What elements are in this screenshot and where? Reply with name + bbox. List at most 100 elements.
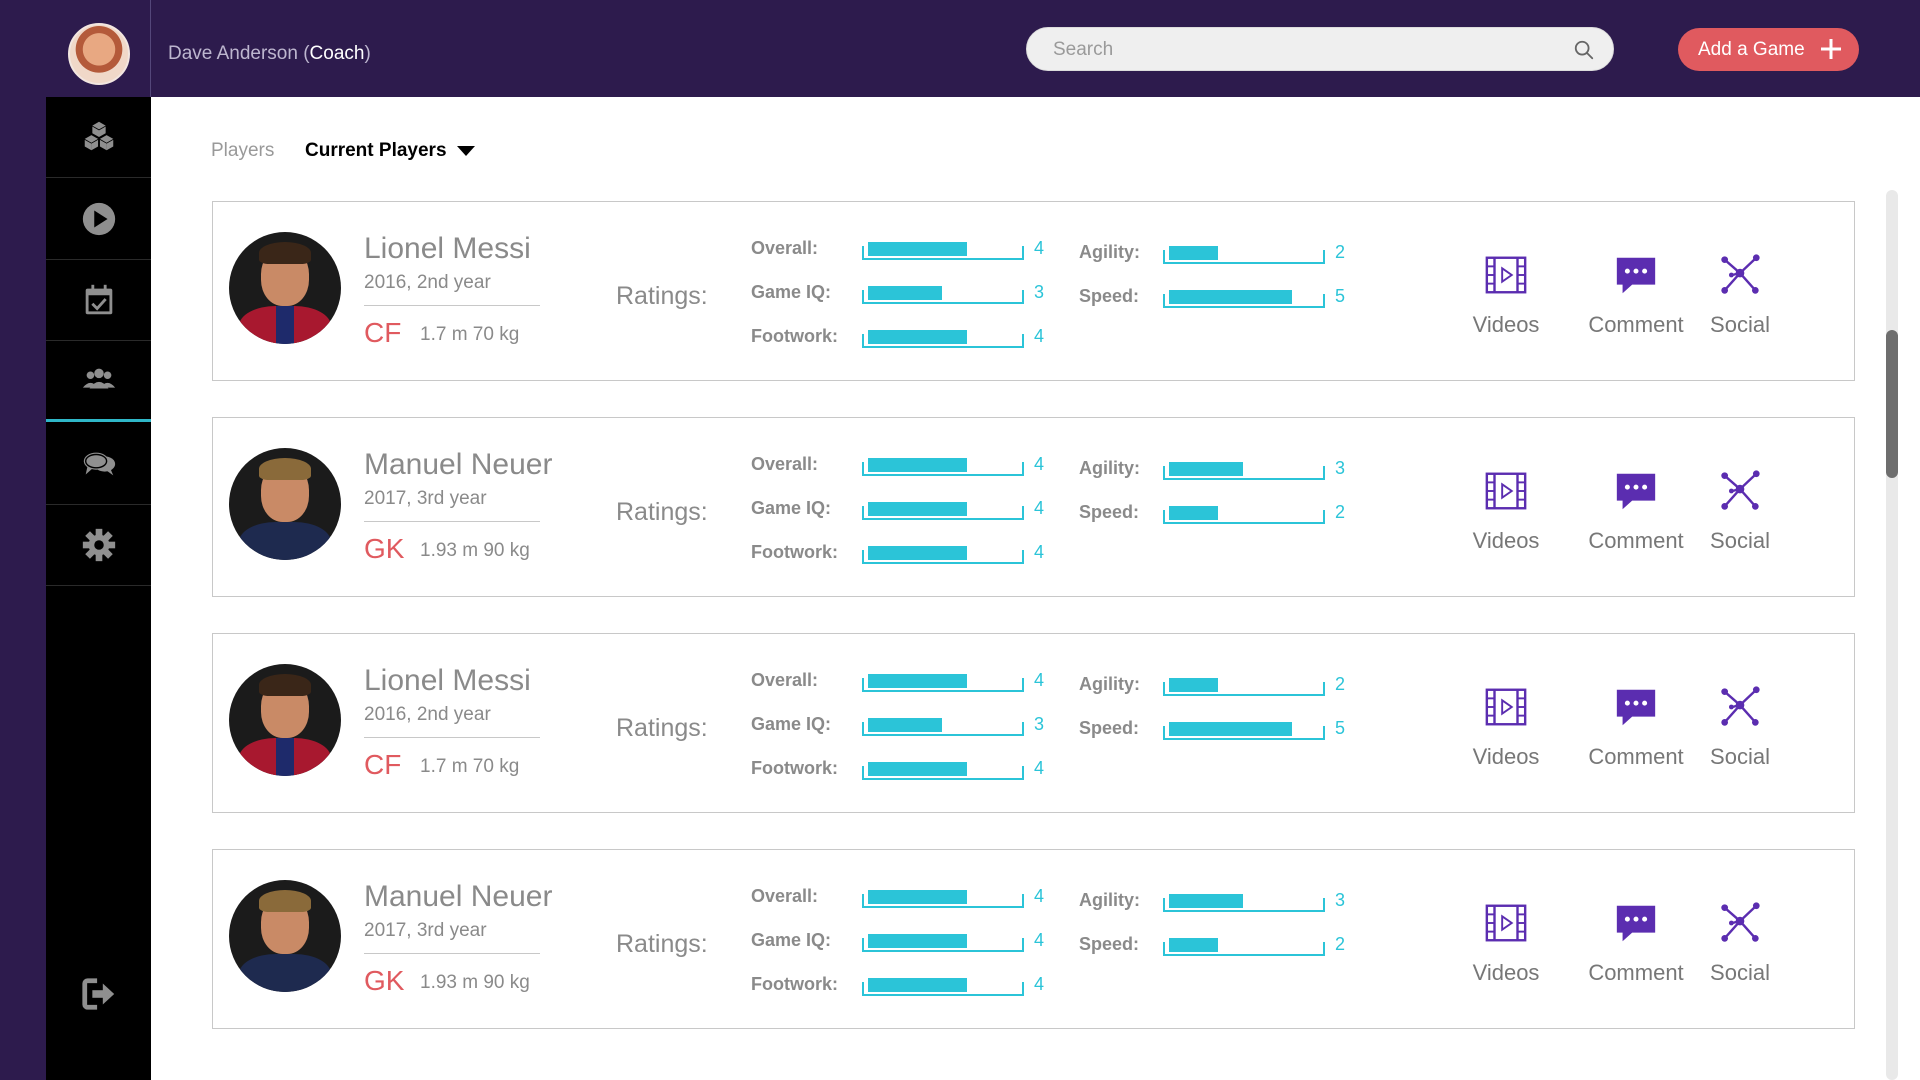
overall-bar <box>862 890 1024 908</box>
comment-icon <box>1616 473 1656 510</box>
sidebar-item-players[interactable] <box>46 341 151 422</box>
sidebar-item-messages[interactable] <box>46 424 151 505</box>
player-photo[interactable] <box>229 232 341 344</box>
footwork-value: 4 <box>1034 974 1045 994</box>
player-measurements: 1.93 m 90 kg <box>420 972 530 993</box>
calendar-check-icon <box>85 284 112 315</box>
ratings-label: Ratings: <box>616 498 708 526</box>
footwork-label: Footwork: <box>751 542 838 562</box>
sidebar-item-settings[interactable] <box>46 505 151 586</box>
game-iq-label: Game IQ: <box>751 282 832 302</box>
player-shirt <box>239 738 331 776</box>
video-film-icon <box>1485 688 1527 726</box>
videos-button[interactable]: Videos <box>1458 684 1554 770</box>
player-year: 2016, 2nd year <box>364 704 491 725</box>
add-game-button[interactable]: Add a Game <box>1678 28 1859 71</box>
speed-fill <box>1169 506 1218 520</box>
comment-button[interactable]: Comment <box>1588 900 1684 986</box>
comment-icon <box>1616 257 1656 294</box>
player-name[interactable]: Manuel Neuer <box>364 448 552 482</box>
agility-fill <box>1169 462 1243 476</box>
player-name[interactable]: Lionel Messi <box>364 664 531 698</box>
footwork-label: Footwork: <box>751 974 838 994</box>
sidebar-item-calendar[interactable] <box>46 260 151 341</box>
game-iq-bar <box>862 934 1024 952</box>
comment-button[interactable]: Comment <box>1588 468 1684 554</box>
search-icon[interactable] <box>1573 39 1595 61</box>
player-year: 2016, 2nd year <box>364 272 491 293</box>
videos-button[interactable]: Videos <box>1458 468 1554 554</box>
player-shirt <box>239 954 331 992</box>
breadcrumb-root[interactable]: Players <box>211 140 274 162</box>
agility-value: 3 <box>1335 890 1346 910</box>
current-players-dropdown[interactable]: Current Players <box>305 140 475 162</box>
current-players-label: Current Players <box>305 140 447 161</box>
speed-value: 2 <box>1335 934 1346 954</box>
agility-label: Agility: <box>1079 674 1140 694</box>
player-divider <box>364 953 540 954</box>
sidebar-item-logout[interactable] <box>46 953 151 1034</box>
comment-label: Comment <box>1588 960 1684 985</box>
game-iq-fill <box>868 934 967 948</box>
user-role: Coach <box>309 43 365 64</box>
search-bar[interactable] <box>1026 27 1614 71</box>
agility-fill <box>1169 894 1243 908</box>
game-iq-value: 4 <box>1034 498 1045 518</box>
game-iq-bar <box>862 286 1024 304</box>
overall-label: Overall: <box>751 886 819 906</box>
agility-bar <box>1163 246 1325 264</box>
overall-value: 4 <box>1034 886 1045 906</box>
footwork-value: 4 <box>1034 758 1045 778</box>
game-iq-fill <box>868 502 967 516</box>
player-name[interactable]: Lionel Messi <box>364 232 531 266</box>
player-card: Lionel Messi 2016, 2nd year CF 1.7 m 70 … <box>212 633 1855 813</box>
player-hair <box>259 890 311 912</box>
user-avatar[interactable] <box>68 23 130 85</box>
sidebar-item-videos[interactable] <box>46 179 151 260</box>
social-button[interactable]: Social <box>1692 468 1788 554</box>
comment-icon <box>1616 905 1656 942</box>
agility-label: Agility: <box>1079 242 1140 262</box>
player-shirt <box>239 306 331 344</box>
player-name[interactable]: Manuel Neuer <box>364 880 552 914</box>
comment-icon <box>1616 689 1656 726</box>
social-button[interactable]: Social <box>1692 252 1788 338</box>
overall-bar <box>862 674 1024 692</box>
gear-icon <box>82 528 115 562</box>
videos-button[interactable]: Videos <box>1458 252 1554 338</box>
speed-label: Speed: <box>1079 502 1140 522</box>
add-game-label: Add a Game <box>1698 38 1805 60</box>
game-iq-fill <box>868 718 942 732</box>
footwork-value: 4 <box>1034 542 1045 562</box>
user-name: Dave Anderson <box>168 43 298 64</box>
ratings-label: Ratings: <box>616 930 708 958</box>
scrollbar-thumb[interactable] <box>1886 330 1898 478</box>
player-measurements: 1.7 m 70 kg <box>420 324 520 345</box>
speed-label: Speed: <box>1079 286 1140 306</box>
player-hair <box>259 242 311 264</box>
speed-fill <box>1169 938 1218 952</box>
agility-fill <box>1169 246 1218 260</box>
social-network-icon <box>1721 902 1760 942</box>
player-position: CF <box>364 317 402 348</box>
game-iq-label: Game IQ: <box>751 714 832 734</box>
search-input[interactable] <box>1053 37 1553 63</box>
scrollbar-track[interactable] <box>1886 190 1898 1080</box>
agility-bar <box>1163 462 1325 480</box>
sidebar-item-dashboard[interactable] <box>46 97 151 178</box>
comment-label: Comment <box>1588 312 1684 337</box>
player-photo[interactable] <box>229 448 341 560</box>
social-label: Social <box>1710 960 1770 985</box>
videos-button[interactable]: Videos <box>1458 900 1554 986</box>
social-button[interactable]: Social <box>1692 684 1788 770</box>
player-photo[interactable] <box>229 880 341 992</box>
overall-bar <box>862 458 1024 476</box>
agility-bar <box>1163 678 1325 696</box>
comment-button[interactable]: Comment <box>1588 684 1684 770</box>
comment-label: Comment <box>1588 744 1684 769</box>
comment-button[interactable]: Comment <box>1588 252 1684 338</box>
player-photo[interactable] <box>229 664 341 776</box>
game-iq-value: 3 <box>1034 714 1045 734</box>
social-button[interactable]: Social <box>1692 900 1788 986</box>
caret-down-icon <box>456 146 475 156</box>
